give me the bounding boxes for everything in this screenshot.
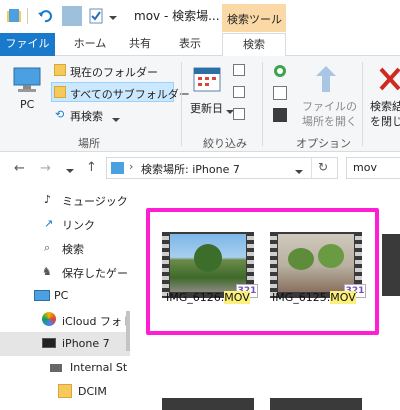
options-group-label: オプション (296, 137, 351, 150)
drive-icon (50, 364, 62, 372)
back-arrow-icon[interactable]: ← (14, 161, 25, 176)
photos-icon (42, 312, 56, 326)
video-thumbnail-partial[interactable] (382, 234, 400, 296)
tab-file[interactable]: ファイル (0, 33, 55, 56)
up-arrow-icon[interactable]: ↑ (86, 160, 97, 175)
address-bar[interactable]: › 検索場所: iPhone 7 ↻ (106, 157, 338, 179)
save-search-icon[interactable] (273, 108, 287, 122)
undo-icon[interactable] (37, 8, 53, 24)
folder-icon (54, 64, 66, 76)
chess-piece-icon: ♞ (42, 265, 52, 278)
explorer-app-icon (6, 8, 22, 24)
properties-icon[interactable] (62, 6, 82, 26)
group-separator (362, 62, 363, 146)
magnifier-icon: ⌕ (44, 241, 51, 254)
calendar-icon[interactable] (193, 65, 221, 96)
navigation-pane: ♪ ミュージック ↗ リンク ⌕ 検索 ♞ 保存したゲー PC iCloud フ… (0, 184, 133, 410)
date-modified-button[interactable]: 更新日 (190, 100, 223, 116)
divider (311, 158, 312, 178)
folder-icon (54, 86, 66, 98)
search-tools-context-tab: 検索ツール (222, 4, 286, 32)
pc-icon[interactable] (12, 66, 42, 97)
search-location-icon (111, 162, 124, 174)
group-separator (262, 62, 263, 146)
video-thumbnail-partial[interactable] (162, 398, 254, 410)
kind-filter-icon[interactable] (233, 64, 245, 76)
refresh-icon[interactable]: ↻ (318, 160, 328, 174)
tab-search[interactable]: 検索 (222, 33, 286, 57)
address-dropdown-icon[interactable] (295, 165, 303, 178)
close-search-line1[interactable]: 検索結 (370, 98, 400, 114)
recent-searches-icon[interactable] (273, 64, 289, 78)
video-thumbnail-partial[interactable] (270, 398, 362, 410)
close-search-line2[interactable]: を閉じ (370, 113, 400, 129)
nav-item-dcim[interactable]: DCIM (0, 380, 130, 404)
checkmark-doc-icon[interactable] (88, 8, 104, 24)
search-again-icon: ⟲ (55, 108, 65, 121)
size-filter-icon[interactable] (233, 86, 245, 98)
window-title: mov - 検索場... (134, 9, 220, 23)
open-file-location-line1: ファイルの (302, 100, 357, 113)
search-input[interactable]: mov (346, 157, 400, 179)
nav-item-iphone[interactable]: iPhone 7 (0, 332, 130, 356)
open-file-location-line2: 場所を開く (302, 115, 357, 128)
recent-locations-chevron-icon[interactable] (66, 164, 74, 177)
address-bar-row: ← → ↑ › 検索場所: iPhone 7 ↻ mov (0, 152, 400, 184)
close-search-icon[interactable] (378, 66, 400, 95)
advanced-options-icon[interactable] (273, 86, 287, 100)
search-input-value[interactable]: mov (353, 161, 377, 174)
selection-highlight-box (146, 208, 379, 335)
tab-share[interactable]: 共有 (120, 33, 160, 56)
nav-item-internal-storage[interactable]: Internal St (0, 356, 130, 380)
chevron-down-icon[interactable] (112, 113, 120, 126)
nav-item-links[interactable]: ↗ リンク (0, 212, 130, 236)
location-group-label: 場所 (78, 137, 100, 150)
phone-device-icon (42, 338, 56, 348)
group-separator (181, 62, 182, 146)
tab-home[interactable]: ホーム (68, 33, 112, 56)
pc-icon (34, 290, 50, 301)
address-path[interactable]: 検索場所: iPhone 7 (141, 161, 240, 177)
link-arrow-icon: ↗ (44, 217, 54, 230)
nav-item-saved-games[interactable]: ♞ 保存したゲー (0, 260, 130, 284)
refine-group-label: 絞り込み (203, 137, 247, 150)
nav-item-icloud-photos[interactable]: iCloud フォト (0, 308, 133, 332)
current-folder-button[interactable]: 現在のフォルダー (70, 64, 158, 80)
title-bar: mov - 検索場... 検索ツール (0, 0, 400, 33)
all-subfolders-label: すべてのサブフォルダー (70, 88, 190, 101)
divider (27, 8, 28, 24)
breadcrumb-separator-icon: › (129, 160, 134, 173)
folder-icon (58, 384, 72, 398)
ribbon-tab-row: ファイル ホーム 共有 表示 検索 (0, 33, 400, 57)
file-list: 321 IMG_6126.MOV 321 IMG_6125.MOV (130, 184, 400, 410)
pc-button-label[interactable]: PC (20, 98, 34, 111)
forward-arrow-icon[interactable]: → (40, 161, 51, 176)
tab-view[interactable]: 表示 (168, 33, 212, 56)
nav-item-searches[interactable]: ⌕ 検索 (0, 236, 130, 260)
ribbon-panel: PC 現在のフォルダー すべてのサブフォルダー ⟲ 再検索 場所 更新日 絞り込… (0, 56, 400, 152)
nav-item-pc[interactable]: PC (0, 284, 130, 308)
music-note-icon: ♪ (44, 193, 52, 206)
quick-access-dropdown-icon[interactable] (108, 12, 118, 20)
context-tab-label: 検索ツール (227, 13, 282, 26)
nav-item-music[interactable]: ♪ ミュージック (0, 188, 130, 212)
search-again-button[interactable]: 再検索 (70, 108, 103, 124)
other-properties-icon[interactable] (233, 108, 245, 120)
open-file-location-icon[interactable] (314, 64, 338, 97)
